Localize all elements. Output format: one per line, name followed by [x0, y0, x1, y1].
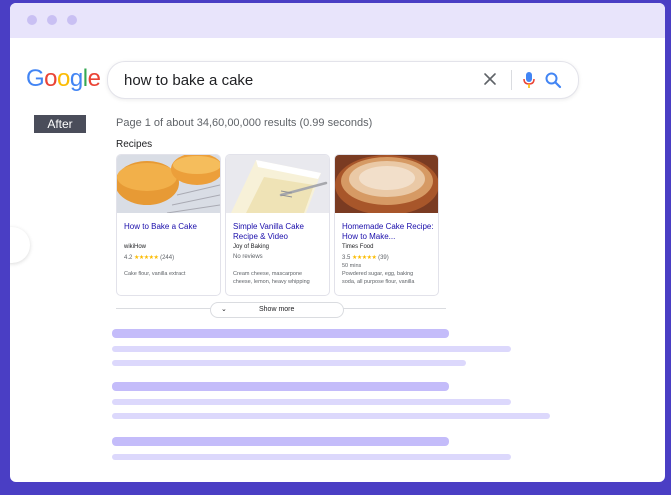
- recipe-time: 50 mins: [342, 263, 362, 269]
- star-rating-icon: ★★★★★: [134, 255, 159, 261]
- recipe-image[interactable]: [335, 155, 438, 213]
- review-count: (39): [378, 255, 389, 261]
- recipe-card[interactable]: How to Bake a Cake wikiHow 4.2 ★★★★★ (24…: [116, 154, 221, 296]
- show-more-label: Show more: [259, 306, 295, 313]
- browser-window: Google how to bake a cake After Page 1 o…: [10, 3, 665, 482]
- google-logo[interactable]: Google: [26, 65, 101, 93]
- result-placeholder-line: [112, 360, 466, 366]
- recipe-source: Times Food: [342, 244, 374, 250]
- star-rating-icon: ★★★★★: [352, 255, 377, 261]
- result-placeholder-line: [112, 454, 511, 460]
- recipe-card[interactable]: Homemade Cake Recipe: How to Make... Tim…: [334, 154, 439, 296]
- recipe-card[interactable]: Simple Vanilla Cake Recipe & Video Joy o…: [225, 154, 330, 296]
- result-placeholder-line: [112, 399, 511, 405]
- search-input[interactable]: how to bake a cake: [107, 61, 579, 99]
- logo-letter-4: g: [69, 65, 83, 92]
- result-placeholder-line: [112, 413, 550, 419]
- recipe-ingredients-line-1: Powdered sugar, egg, baking: [342, 271, 414, 277]
- results-count: Page 1 of about 34,60,00,000 results (0.…: [116, 117, 373, 129]
- recipe-source: wikiHow: [124, 244, 147, 250]
- window-dot-maximize[interactable]: [67, 15, 77, 25]
- close-icon[interactable]: [482, 71, 498, 87]
- recipe-rating: 3.5 ★★★★★ (39): [342, 254, 389, 261]
- review-count: (244): [160, 255, 175, 261]
- comparison-slider-handle[interactable]: [10, 227, 30, 263]
- recipe-ingredients-line-2: soda, all purpose flour, vanilla: [342, 279, 415, 285]
- rating-value: 4.2: [124, 255, 133, 261]
- recipe-image[interactable]: [117, 155, 220, 213]
- microphone-icon[interactable]: [522, 71, 536, 89]
- search-query[interactable]: how to bake a cake: [124, 72, 253, 89]
- show-more-button[interactable]: ⌄ Show more: [210, 302, 344, 318]
- recipe-ingredients-line-1: Cream cheese, mascarpone: [233, 271, 303, 277]
- window-dot-minimize[interactable]: [47, 15, 57, 25]
- title-bar: [10, 3, 665, 38]
- chevron-down-icon: ⌄: [221, 306, 227, 313]
- rating-value: 3.5: [342, 255, 351, 261]
- result-placeholder-title: [112, 437, 449, 446]
- result-placeholder-title: [112, 382, 449, 391]
- recipe-rating: 4.2 ★★★★★ (244): [124, 254, 174, 261]
- recipe-title[interactable]: Homemade Cake Recipe: How to Make...: [342, 222, 434, 242]
- window-dot-close[interactable]: [27, 15, 37, 25]
- logo-letter-3: o: [57, 65, 70, 92]
- recipe-ingredients-line-2: cheese, lemon, heavy whipping: [233, 279, 310, 285]
- result-placeholder-line: [112, 346, 511, 352]
- recipes-heading: Recipes: [116, 139, 153, 150]
- recipe-rating: No reviews: [233, 254, 263, 260]
- logo-letter-2: o: [44, 65, 58, 92]
- recipe-source: Joy of Baking: [233, 244, 270, 250]
- recipe-image[interactable]: [226, 155, 329, 213]
- after-badge: After: [34, 115, 86, 133]
- search-icon[interactable]: [544, 71, 562, 89]
- logo-letter-1: G: [26, 65, 45, 92]
- logo-letter-6: e: [87, 65, 101, 92]
- recipe-ingredients: Cake flour, vanilla extract: [124, 271, 186, 277]
- recipe-title[interactable]: Simple Vanilla Cake Recipe & Video: [233, 222, 325, 242]
- recipe-title[interactable]: How to Bake a Cake: [124, 222, 216, 232]
- result-placeholder-title: [112, 329, 449, 338]
- search-divider: [511, 70, 512, 90]
